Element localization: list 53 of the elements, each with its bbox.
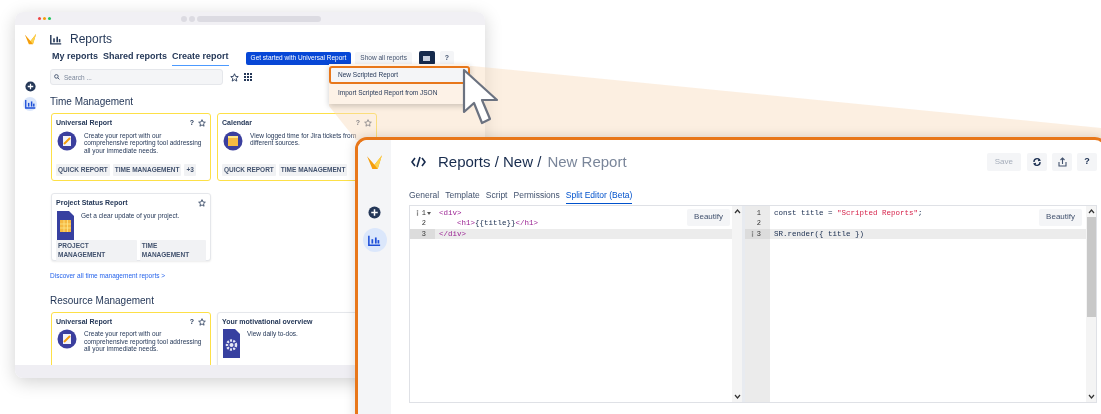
section-heading: Time Management xyxy=(50,95,134,109)
tab[interactable]: Create report xyxy=(172,49,229,67)
menu-button[interactable] xyxy=(418,51,435,65)
report-icon xyxy=(57,130,77,151)
section-heading: Resource Management xyxy=(50,293,155,308)
bar-chart-icon xyxy=(24,99,36,109)
scrollbar[interactable] xyxy=(1086,205,1096,402)
tab[interactable]: Template xyxy=(445,189,480,204)
sidebar-item[interactable] xyxy=(23,79,37,93)
bar-chart-icon xyxy=(50,33,62,45)
logo-icon xyxy=(23,32,37,45)
tab[interactable]: Script xyxy=(485,189,508,204)
calendar-icon xyxy=(223,130,243,151)
star-icon[interactable] xyxy=(198,199,206,208)
breadcrumb: Reports / New / xyxy=(438,151,542,172)
share-icon xyxy=(1057,157,1067,167)
help-button[interactable]: ? xyxy=(1077,153,1097,171)
add-icon xyxy=(368,205,381,219)
scrollbar[interactable] xyxy=(732,205,742,402)
scroll-up-icon xyxy=(733,208,741,214)
star-icon[interactable] xyxy=(230,72,239,82)
share-button[interactable] xyxy=(1052,153,1072,171)
sidebar-item[interactable] xyxy=(23,97,37,111)
grid-icon[interactable] xyxy=(244,73,252,81)
scroll-down-icon xyxy=(1087,393,1095,399)
scroll-down-icon xyxy=(733,393,741,399)
tab[interactable]: General xyxy=(409,189,440,204)
refresh-icon xyxy=(1032,157,1042,167)
scrollbar-thumb[interactable] xyxy=(1086,216,1096,317)
bar-chart-icon xyxy=(368,233,381,247)
beautify-button[interactable]: Beautify xyxy=(1039,208,1082,226)
code-icon xyxy=(411,156,426,168)
tab[interactable]: Split Editor (Beta) xyxy=(565,189,633,204)
sidebar-item[interactable] xyxy=(362,228,387,252)
add-icon xyxy=(24,80,36,92)
page-title: Reports xyxy=(70,31,113,48)
fold-caret-icon[interactable] xyxy=(427,211,431,215)
logo-icon xyxy=(366,153,383,170)
page-title: New Report xyxy=(547,151,627,172)
gear-document-icon xyxy=(223,329,240,359)
tab[interactable]: Shared reports xyxy=(103,49,168,67)
menu-icon xyxy=(423,55,431,61)
beautify-button[interactable]: Beautify xyxy=(687,208,730,226)
tab[interactable]: Permissions xyxy=(513,189,560,204)
star-icon[interactable] xyxy=(198,318,206,326)
scroll-up-icon xyxy=(1087,208,1095,214)
report-icon xyxy=(57,329,77,350)
search-icon xyxy=(54,74,60,80)
tab[interactable]: My reports xyxy=(52,49,98,67)
star-icon[interactable] xyxy=(198,119,206,128)
spreadsheet-document-icon xyxy=(57,210,74,240)
refresh-button[interactable] xyxy=(1027,153,1047,171)
star-icon[interactable] xyxy=(364,119,372,128)
